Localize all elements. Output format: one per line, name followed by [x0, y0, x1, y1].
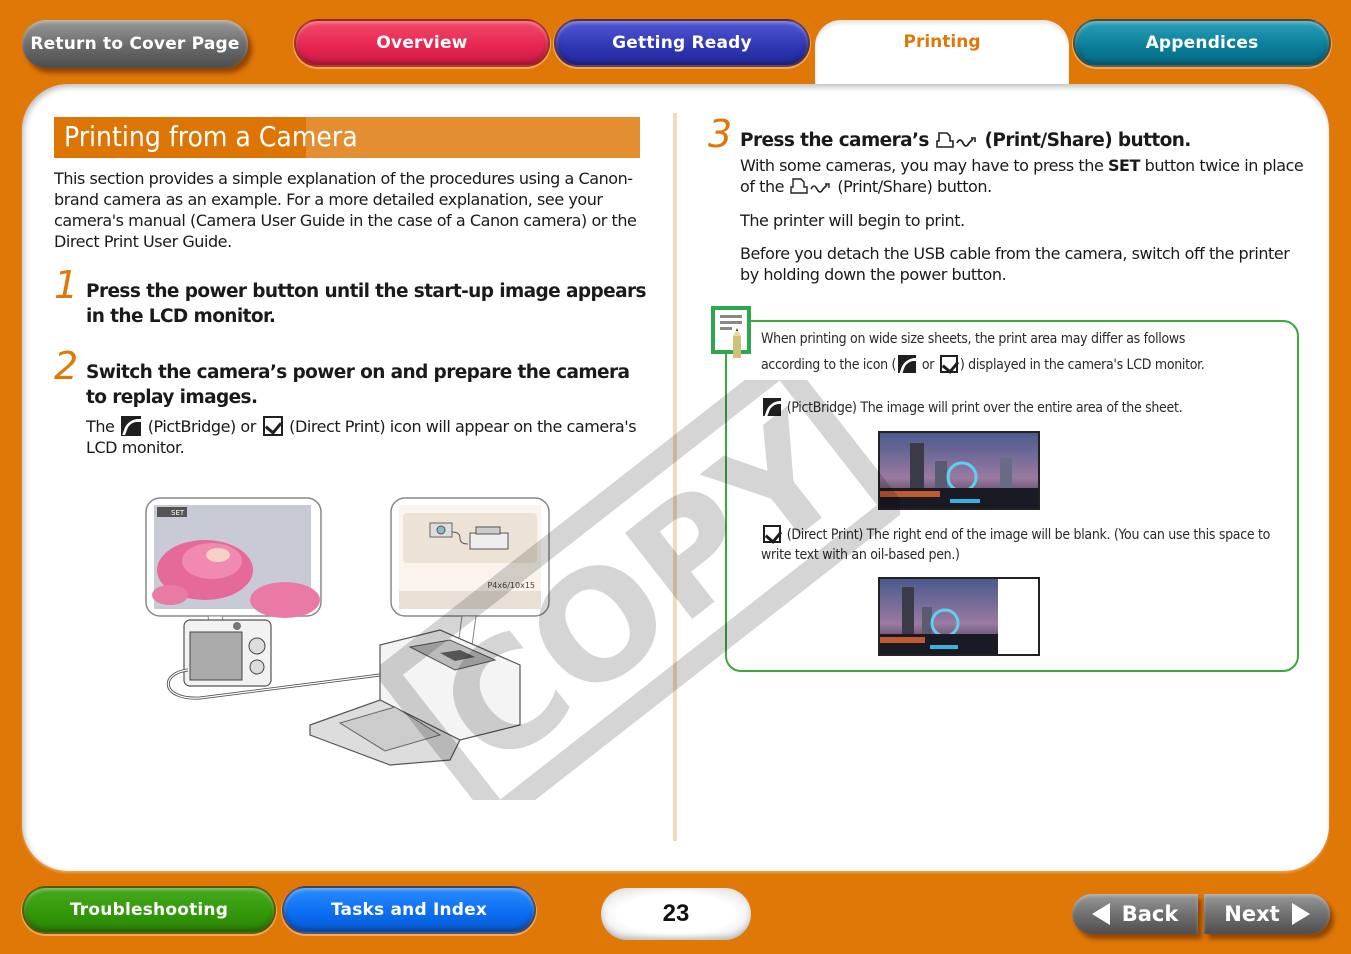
note-pencil-icon [711, 306, 751, 358]
pictbridge-icon [763, 398, 781, 416]
tasks-and-index-button[interactable]: Tasks and Index [282, 886, 536, 934]
note-intro-pre: according to the icon ( [761, 357, 897, 373]
page-number: 23 [601, 888, 751, 940]
direct-print-icon [939, 355, 958, 373]
troubleshooting-button[interactable]: Troubleshooting [22, 886, 276, 934]
step-2-title: Switch the camera’s power on and prepare… [86, 362, 630, 408]
section-title: Printing from a Camera [54, 117, 640, 158]
next-button[interactable]: Next [1204, 894, 1330, 934]
back-button[interactable]: Back [1072, 894, 1198, 934]
note-direct-print: (Direct Print) The right end of the imag… [761, 525, 1291, 565]
step-3-description-2: The printer will begin to print. [740, 211, 965, 230]
note-intro-line-2: according to the icon ( or ) displayed i… [761, 352, 1291, 378]
step-2-desc-pb: (PictBridge) or [147, 417, 257, 436]
printer-paper-size-label: P4x6/10x15 [487, 581, 535, 590]
return-to-cover-button[interactable]: Return to Cover Page [22, 20, 248, 68]
note-direct-print-text: (Direct Print) The right end of the imag… [761, 527, 1271, 563]
note-intro-or: or [921, 357, 935, 373]
step-1-number: 1 [54, 263, 79, 307]
next-label: Next [1224, 902, 1280, 926]
full-print-example-image [878, 431, 1040, 510]
note-intro-post: ) displayed in the camera's LCD monitor. [959, 357, 1205, 373]
pictbridge-icon [121, 416, 142, 436]
step-3-title-pre: Press the camera’s [740, 130, 929, 151]
tab-appendices[interactable]: Appendices [1073, 19, 1331, 67]
intro-paragraph: This section provides a simple explanati… [54, 169, 637, 251]
step-3-description-3: Before you detach the USB cable from the… [740, 244, 1290, 284]
tab-overview[interactable]: Overview [294, 19, 550, 67]
arrow-right-icon [1291, 903, 1310, 925]
camera-drawing [167, 619, 381, 700]
step-3-title-post: (Print/Share) button. [984, 130, 1192, 151]
tab-getting-ready[interactable]: Getting Ready [554, 19, 810, 67]
column-divider [673, 113, 677, 841]
note-intro-line-1: When printing on wide size sheets, the p… [761, 331, 1186, 347]
set-button-label: SET [1107, 156, 1141, 175]
set-badge: SET [171, 509, 185, 517]
print-share-icon [935, 132, 976, 148]
step-3-desc1-post: (Print/Share) button. [837, 177, 992, 196]
direct-print-icon [262, 416, 283, 436]
pictbridge-icon [898, 355, 917, 373]
blank-end-print-example-image [878, 577, 1040, 656]
note-pictbridge-text: (PictBridge) The image will print over t… [786, 400, 1183, 416]
note-pictbridge: (PictBridge) The image will print over t… [761, 398, 1291, 418]
step-2-desc-pre: The [86, 417, 115, 436]
step-1-title: Press the power button until the start-u… [86, 281, 646, 327]
step-2-description: The (PictBridge) or (Direct Print) icon … [86, 416, 646, 458]
step-3-title: Press the camera’s (Print/Share) button. [740, 128, 1310, 153]
back-label: Back [1121, 902, 1179, 926]
note-intro: When printing on wide size sheets, the p… [761, 326, 1291, 378]
arrow-left-icon [1091, 903, 1110, 925]
camera-printer-illustration: SET P4x6/10x15 [145, 497, 550, 766]
step-3-desc1-pre: With some cameras, you may have to press… [740, 156, 1104, 175]
step-3-description-1: With some cameras, you may have to press… [740, 155, 1310, 197]
step-2-number: 2 [54, 344, 79, 388]
step-3-number: 3 [708, 112, 733, 156]
print-share-icon [790, 178, 830, 194]
printer-screen-callout: P4x6/10x15 [390, 497, 550, 661]
direct-print-icon [763, 525, 781, 543]
printer-drawing [309, 629, 521, 766]
